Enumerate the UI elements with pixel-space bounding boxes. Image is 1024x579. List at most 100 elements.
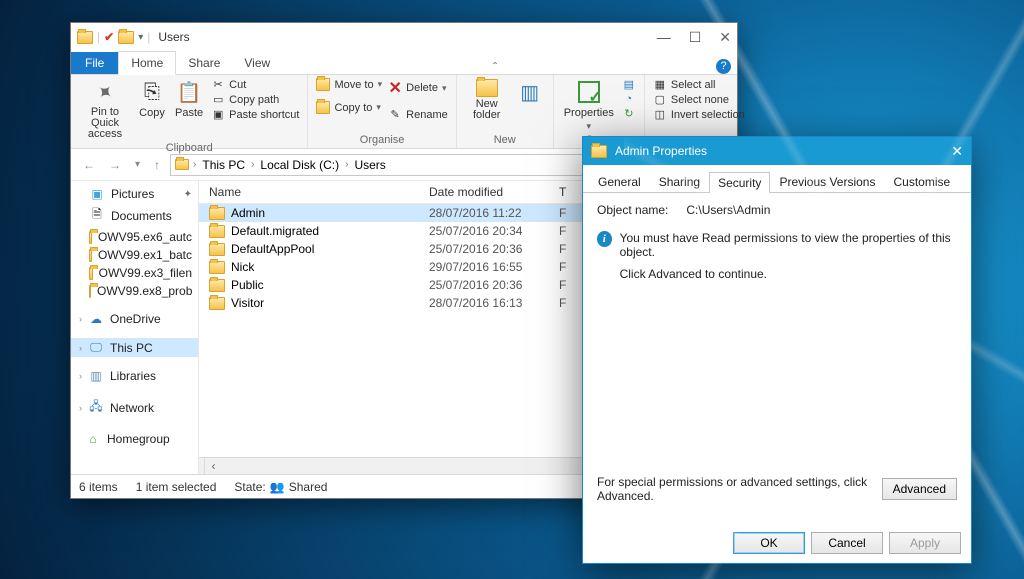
info-icon: i <box>597 231 612 247</box>
column-name[interactable]: Name <box>199 185 429 199</box>
nav-folder[interactable]: OWV95.ex6_autc <box>71 228 198 246</box>
tab-share[interactable]: Share <box>176 52 232 74</box>
open-button[interactable]: ▤ <box>622 77 636 92</box>
chevron-right-icon[interactable]: › <box>345 159 348 170</box>
pictures-icon: ▣ <box>89 187 105 201</box>
tab-view[interactable]: View <box>232 52 282 74</box>
properties-icon <box>576 79 602 105</box>
nav-homegroup[interactable]: ⌂Homegroup <box>71 430 198 448</box>
chevron-right-icon[interactable]: › <box>251 159 254 170</box>
ribbon-group-organise: Move to Copy to ✕Delete ✎Rename Organise <box>308 75 456 148</box>
nav-up-button[interactable]: ↑ <box>150 158 164 172</box>
file-name: Default.migrated <box>231 224 319 238</box>
navigation-pane: ▣Pictures✦ 🗎Documents OWV95.ex6_autc OWV… <box>71 181 199 474</box>
select-all-icon: ▦ <box>653 78 667 91</box>
close-button[interactable]: ✕ <box>719 29 731 46</box>
permission-message: You must have Read permissions to view t… <box>620 231 957 259</box>
shared-icon: 👥 <box>270 480 285 494</box>
select-all-button[interactable]: ▦Select all <box>653 77 745 92</box>
chevron-right-icon[interactable]: › <box>193 159 196 170</box>
pin-to-quick-access-button[interactable]: ✦ Pin to Quick access <box>79 77 131 142</box>
new-item-button[interactable]: ▥ <box>515 77 545 107</box>
address-bar[interactable]: › This PC › Local Disk (C:) › Users ⌄ ↻ <box>170 154 623 176</box>
folder-icon <box>209 225 225 238</box>
paste-button[interactable]: 📋 Paste <box>173 77 205 121</box>
rename-button[interactable]: ✎Rename <box>388 107 448 122</box>
select-none-button[interactable]: ▢Select none <box>653 92 745 107</box>
nav-pictures[interactable]: ▣Pictures✦ <box>71 185 198 203</box>
nav-folder[interactable]: OWV99.ex8_prob <box>71 282 198 300</box>
properties-button[interactable]: Properties <box>562 77 616 134</box>
edit-icon: ◔ <box>622 93 636 105</box>
apply-button[interactable]: Apply <box>889 532 961 554</box>
folder-icon <box>89 249 92 262</box>
nav-recent-button[interactable]: ▾ <box>131 159 144 170</box>
dialog-title: Admin Properties <box>615 144 707 158</box>
qat-checkmark-icon[interactable]: ✔ <box>104 30 114 44</box>
copy-path-icon: ▭ <box>211 93 225 106</box>
column-date[interactable]: Date modified <box>429 185 559 199</box>
minimize-button[interactable]: — <box>657 29 671 46</box>
invert-selection-icon: ◫ <box>653 108 667 121</box>
paste-shortcut-button[interactable]: ▣Paste shortcut <box>211 107 299 122</box>
nav-folder[interactable]: OWV99.ex3_filen <box>71 264 198 282</box>
folder-icon[interactable] <box>118 31 134 44</box>
tab-home[interactable]: Home <box>118 51 176 75</box>
help-button[interactable]: ? <box>716 59 731 74</box>
nav-network[interactable]: ›🖧Network <box>71 395 198 420</box>
tab-file[interactable]: File <box>71 52 118 74</box>
file-date: 29/07/2016 16:55 <box>429 260 559 274</box>
status-selected-count: 1 item selected <box>136 480 217 494</box>
history-button[interactable]: ↻ <box>622 106 636 121</box>
breadcrumb[interactable]: Local Disk (C:) <box>258 158 341 172</box>
homegroup-icon: ⌂ <box>85 432 101 446</box>
edit-button[interactable]: ◔ <box>622 92 636 106</box>
window-title: Users <box>158 30 189 44</box>
delete-button[interactable]: ✕Delete <box>388 77 448 99</box>
breadcrumb[interactable]: This PC <box>200 158 247 172</box>
copy-to-button[interactable]: Copy to <box>316 100 382 115</box>
dialog-close-button[interactable]: ✕ <box>951 143 963 160</box>
tab-customise[interactable]: Customise <box>884 171 959 192</box>
nav-this-pc[interactable]: ›🖵This PC <box>71 338 198 357</box>
copy-button[interactable]: ⎘ Copy <box>137 77 167 121</box>
file-name: DefaultAppPool <box>231 242 314 256</box>
dialog-footer: OK Cancel Apply <box>583 523 971 563</box>
ok-button[interactable]: OK <box>733 532 805 554</box>
qat-dropdown-icon[interactable]: ▾ <box>138 32 143 43</box>
tab-sharing[interactable]: Sharing <box>650 171 709 192</box>
advanced-button[interactable]: Advanced <box>882 478 957 500</box>
qat-separator: | <box>147 30 150 44</box>
folder-icon <box>89 267 93 280</box>
object-name-label: Object name: <box>597 203 668 217</box>
move-to-button[interactable]: Move to <box>316 77 382 92</box>
object-path: C:\Users\Admin <box>686 203 770 217</box>
ribbon-group-new: New folder ▥ New <box>457 75 554 148</box>
file-date: 25/07/2016 20:34 <box>429 224 559 238</box>
nav-forward-button[interactable]: → <box>105 158 125 172</box>
ribbon-collapse-icon[interactable]: ˆ <box>493 60 497 74</box>
nav-libraries[interactable]: ›▥Libraries <box>71 367 198 385</box>
folder-icon <box>209 279 225 292</box>
nav-folder[interactable]: OWV99.ex1_batc <box>71 246 198 264</box>
maximize-button[interactable]: ☐ <box>689 29 702 46</box>
tab-general[interactable]: General <box>589 171 650 192</box>
pin-icon: ✦ <box>87 74 124 111</box>
open-icon: ▤ <box>622 78 636 91</box>
nav-onedrive[interactable]: ›☁OneDrive <box>71 310 198 328</box>
nav-back-button[interactable]: ← <box>79 158 99 172</box>
paste-icon: 📋 <box>176 79 202 105</box>
copy-path-button[interactable]: ▭Copy path <box>211 92 299 107</box>
folder-icon <box>89 285 91 298</box>
nav-documents[interactable]: 🗎Documents <box>71 203 198 228</box>
cut-button[interactable]: ✂Cut <box>211 77 299 92</box>
new-folder-button[interactable]: New folder <box>465 77 509 123</box>
paste-shortcut-icon: ▣ <box>211 108 225 121</box>
advanced-text: For special permissions or advanced sett… <box>597 475 872 503</box>
breadcrumb[interactable]: Users <box>352 158 387 172</box>
file-date: 25/07/2016 20:36 <box>429 242 559 256</box>
invert-selection-button[interactable]: ◫Invert selection <box>653 107 745 122</box>
tab-security[interactable]: Security <box>709 172 770 193</box>
cancel-button[interactable]: Cancel <box>811 532 883 554</box>
tab-previous-versions[interactable]: Previous Versions <box>770 171 884 192</box>
